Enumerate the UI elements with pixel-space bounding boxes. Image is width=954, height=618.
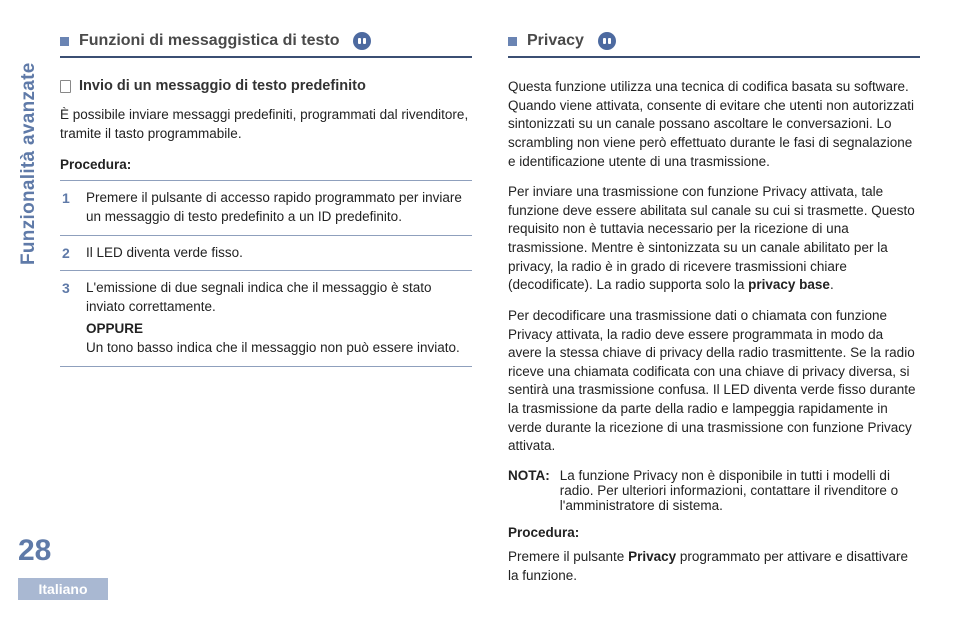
text-run: Per inviare una trasmissione con funzion… xyxy=(508,184,915,292)
procedure-list: Premere il pulsante di accesso rapido pr… xyxy=(60,180,472,366)
document-icon xyxy=(60,80,71,93)
section-title: Privacy xyxy=(527,32,584,50)
subsection-title: Invio di un messaggio di testo predefini… xyxy=(79,78,366,94)
procedure-step: Premere il pulsante di accesso rapido pr… xyxy=(60,181,472,235)
subsection-heading: Invio di un messaggio di testo predefini… xyxy=(60,78,472,94)
text-run: . xyxy=(830,277,834,292)
content-columns: Funzioni di messaggistica di testo Invio… xyxy=(60,32,920,598)
column-left: Funzioni di messaggistica di testo Invio… xyxy=(60,32,472,598)
bold-term: privacy base xyxy=(748,277,830,292)
square-bullet-icon xyxy=(508,37,517,46)
bold-term: Privacy xyxy=(628,549,676,564)
note-label: NOTA: xyxy=(508,468,550,513)
side-section-label: Funzionalità avanzate xyxy=(18,62,40,265)
procedure-label: Procedura: xyxy=(508,525,920,540)
column-right: Privacy Questa funzione utilizza una tec… xyxy=(508,32,920,598)
feature-badge-icon xyxy=(353,32,371,50)
note-block: NOTA: La funzione Privacy non è disponib… xyxy=(508,468,920,513)
feature-badge-icon xyxy=(598,32,616,50)
page-number: 28 xyxy=(18,534,51,568)
step-text: L'emissione di due segnali indica che il… xyxy=(86,280,432,314)
section-heading-privacy: Privacy xyxy=(508,32,920,58)
intro-paragraph: È possibile inviare messaggi predefiniti… xyxy=(60,106,472,143)
procedure-step: L'emissione di due segnali indica che il… xyxy=(60,271,472,367)
step-text: Un tono basso indica che il messaggio no… xyxy=(86,340,460,355)
text-run: Premere il pulsante xyxy=(508,549,628,564)
or-label: OPPURE xyxy=(86,320,472,339)
procedure-label: Procedura: xyxy=(60,157,472,172)
procedure-text: Premere il pulsante Privacy programmato … xyxy=(508,548,920,585)
note-text: La funzione Privacy non è disponibile in… xyxy=(560,468,920,513)
section-title: Funzioni di messaggistica di testo xyxy=(79,32,339,50)
body-paragraph: Per decodificare una trasmissione dati o… xyxy=(508,307,920,456)
body-paragraph: Per inviare una trasmissione con funzion… xyxy=(508,183,920,295)
procedure-step: Il LED diventa verde fisso. xyxy=(60,236,472,272)
body-paragraph: Questa funzione utilizza una tecnica di … xyxy=(508,78,920,171)
square-bullet-icon xyxy=(60,37,69,46)
section-heading-messaging: Funzioni di messaggistica di testo xyxy=(60,32,472,58)
